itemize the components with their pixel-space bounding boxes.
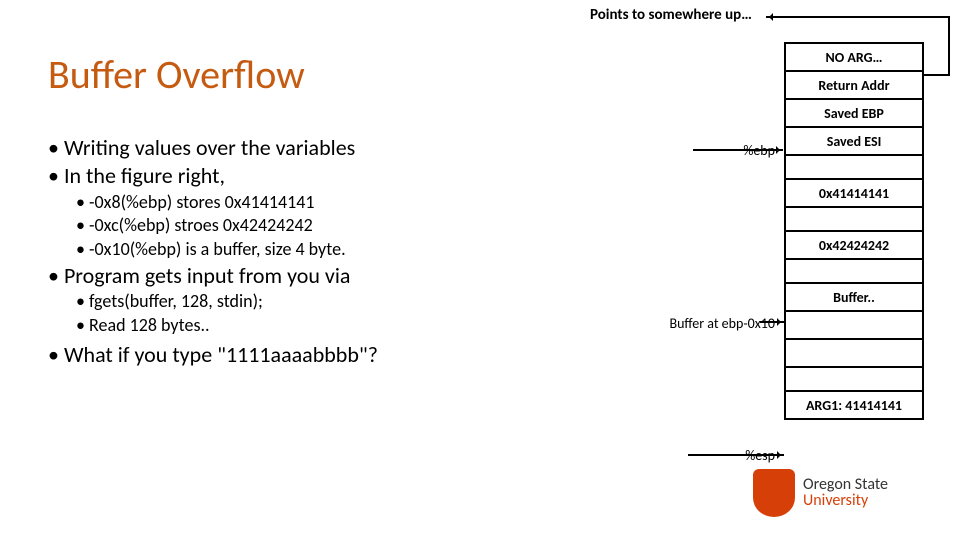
stack-cell-gap [784,206,924,232]
stack-cell-gap [784,154,924,180]
arrow-left-icon [766,16,886,18]
curve-segment [886,16,950,18]
sub-bullet: -0x10(%ebp) is a buffer, size 4 byte. [76,239,578,261]
osu-logo: Oregon State University [753,465,928,520]
stack-cell-retaddr: Return Addr [784,70,924,100]
bullet: In the figure right, [48,163,578,189]
stack-cell-noarg: NO ARG… [784,42,924,72]
sub-bullet: -0x8(%ebp) stores 0x41414141 [76,192,578,214]
stack-cell-saved-ebp: Saved EBP [784,98,924,128]
sub-bullet: -0xc(%ebp) stroes 0x42424242 [76,215,578,237]
arrow-icon [693,149,783,151]
logo-text: Oregon State University [803,477,888,509]
bullet: Program gets input from you via [48,263,578,289]
stack-cell-gap [784,258,924,284]
sub-bullet: Read 128 bytes.. [76,315,578,337]
bullet: Writing values over the variables [48,135,578,161]
sub-bullet: fgets(buffer, 128, stdin); [76,291,578,313]
curve-segment [948,16,950,76]
stack-cell-arg1: ARG1: 41414141 [784,390,924,420]
slide-body: Writing values over the variables In the… [48,135,578,371]
logo-line2: University [803,493,888,509]
stack-cell-empty [784,310,924,340]
stack-cell-gap [784,366,924,392]
shield-icon [753,469,795,517]
stack-diagram: NO ARG… Return Addr Saved EBP Saved ESI … [784,42,924,418]
stack-cell-val1: 0x41414141 [784,178,924,208]
slide-title: Buffer Overflow [48,50,305,99]
bullet: What if you type "1111aaaabbbb"? [48,342,578,368]
arrow-icon [688,454,784,456]
stack-cell-val2: 0x42424242 [784,230,924,260]
curve-segment [924,74,950,76]
stack-cell-buffer: Buffer.. [784,282,924,312]
stack-cell-empty [784,338,924,368]
stack-cell-saved-esi: Saved ESI [784,126,924,156]
label-buffer: Buffer at ebp-0x10 [669,315,775,332]
top-annotation: Points to somewhere up… [590,6,752,24]
arrow-icon [760,321,784,323]
